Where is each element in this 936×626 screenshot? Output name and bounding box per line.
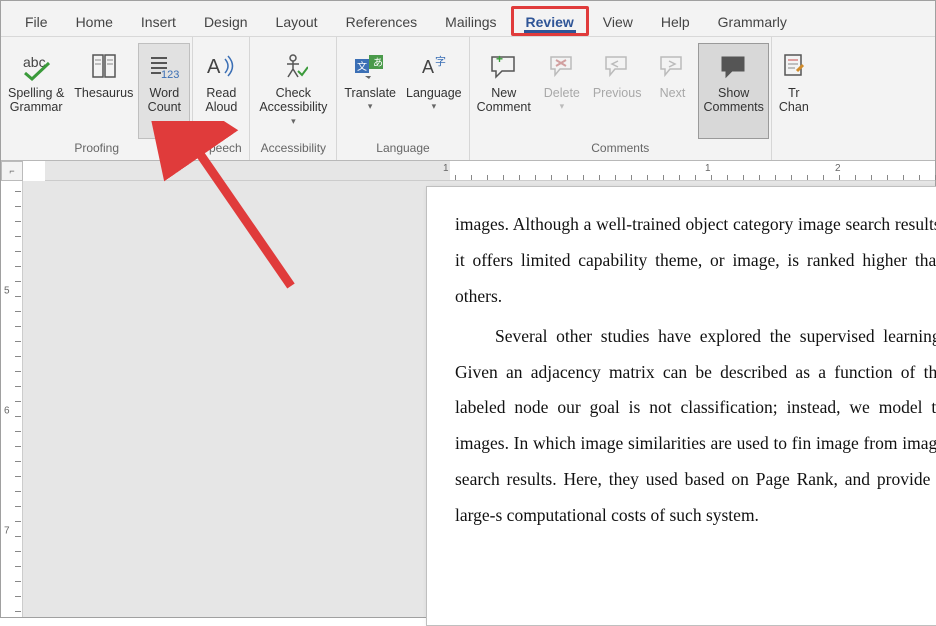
language-label: Language xyxy=(406,86,462,100)
show-comments-label: Show Comments xyxy=(703,86,763,115)
svg-text:文: 文 xyxy=(357,60,367,73)
svg-text:字: 字 xyxy=(435,54,446,68)
group-proofing: abc Spelling & Grammar Thesaurus 123 Wor… xyxy=(1,37,193,160)
word-count-label: Word Count xyxy=(148,86,181,115)
new-comment-icon: + xyxy=(488,48,520,84)
group-accessibility-label: Accessibility xyxy=(252,139,334,158)
spelling-grammar-button[interactable]: abc Spelling & Grammar xyxy=(3,43,69,139)
next-comment-button[interactable]: Next xyxy=(646,43,698,139)
show-comments-button[interactable]: Show Comments xyxy=(698,43,768,139)
paragraph[interactable]: images. Although a well-trained object c… xyxy=(455,207,936,315)
tab-review[interactable]: Review xyxy=(511,6,589,36)
chevron-down-icon: ▾ xyxy=(291,116,296,126)
group-comments: + New Comment Delete ▾ Previous xyxy=(470,37,772,160)
group-changes: Tr Chan xyxy=(772,37,816,160)
horizontal-ruler[interactable]: 1 1 2 3 xyxy=(45,161,935,181)
read-aloud-label: Read Aloud xyxy=(205,86,237,115)
language-button[interactable]: A字 Language ▾ xyxy=(401,43,467,139)
group-comments-label: Comments xyxy=(472,139,769,158)
previous-comment-button[interactable]: Previous xyxy=(588,43,647,139)
tab-file[interactable]: File xyxy=(11,6,62,36)
tab-help[interactable]: Help xyxy=(647,6,704,36)
svg-text:A: A xyxy=(422,57,434,77)
paragraph[interactable]: Several other studies have explored the … xyxy=(455,319,936,534)
translate-label: Translate xyxy=(344,86,396,100)
thesaurus-button[interactable]: Thesaurus xyxy=(69,43,138,139)
check-accessibility-button[interactable]: Check Accessibility ▾ xyxy=(252,43,334,139)
accessibility-icon xyxy=(278,48,308,84)
group-language-label: Language xyxy=(339,139,466,158)
spelling-icon: abc xyxy=(19,48,53,84)
chevron-down-icon: ▾ xyxy=(368,101,373,111)
ruler-number: 6 xyxy=(4,406,10,417)
document-page[interactable]: images. Although a well-trained object c… xyxy=(426,186,936,626)
translate-button[interactable]: 文あ Translate ▾ xyxy=(339,43,401,139)
tab-design[interactable]: Design xyxy=(190,6,262,36)
read-aloud-button[interactable]: A Read Aloud xyxy=(195,43,247,139)
ruler-corner: ⌐ xyxy=(1,161,23,181)
delete-comment-button[interactable]: Delete ▾ xyxy=(536,43,588,139)
previous-comment-icon xyxy=(602,48,632,84)
new-comment-label: New Comment xyxy=(477,86,531,115)
group-language: 文あ Translate ▾ A字 Language ▾ Language xyxy=(337,37,469,160)
tab-grammarly[interactable]: Grammarly xyxy=(704,6,801,36)
tab-strip: File Home Insert Design Layout Reference… xyxy=(1,1,935,37)
group-speech-label: Speech xyxy=(195,139,247,158)
translate-icon: 文あ xyxy=(353,48,387,84)
tab-mailings[interactable]: Mailings xyxy=(431,6,510,36)
chevron-down-icon: ▾ xyxy=(432,101,437,111)
next-comment-label: Next xyxy=(660,86,686,100)
group-accessibility: Check Accessibility ▾ Accessibility xyxy=(250,37,337,160)
check-accessibility-label: Check Accessibility xyxy=(259,86,327,115)
read-aloud-icon: A xyxy=(205,48,237,84)
delete-comment-label: Delete xyxy=(544,86,580,100)
ruler-number: 5 xyxy=(4,286,10,297)
language-icon: A字 xyxy=(419,48,449,84)
tab-insert[interactable]: Insert xyxy=(127,6,190,36)
thesaurus-icon xyxy=(89,48,119,84)
ruler-number: 1 xyxy=(443,163,449,174)
group-changes-label xyxy=(774,153,814,158)
tab-view[interactable]: View xyxy=(589,6,647,36)
ruler-number: 1 xyxy=(705,163,711,174)
ruler-number: 7 xyxy=(4,526,10,537)
group-speech: A Read Aloud Speech xyxy=(193,37,250,160)
word-count-icon: 123 xyxy=(147,48,181,84)
tab-home[interactable]: Home xyxy=(62,6,127,36)
thesaurus-label: Thesaurus xyxy=(74,86,133,100)
ruler-number: 2 xyxy=(835,163,841,174)
tab-layout[interactable]: Layout xyxy=(262,6,332,36)
next-comment-icon xyxy=(657,48,687,84)
track-changes-label: Tr Chan xyxy=(779,86,809,115)
track-changes-icon xyxy=(781,48,807,84)
spelling-label: Spelling & Grammar xyxy=(8,86,64,115)
chevron-down-icon: ▾ xyxy=(560,101,565,111)
svg-text:あ: あ xyxy=(373,57,383,69)
ribbon: abc Spelling & Grammar Thesaurus 123 Wor… xyxy=(1,37,935,161)
vertical-ruler[interactable]: 5 6 7 xyxy=(1,181,23,617)
group-proofing-label: Proofing xyxy=(3,139,190,158)
track-changes-button[interactable]: Tr Chan xyxy=(774,43,814,153)
show-comments-icon xyxy=(718,48,750,84)
new-comment-button[interactable]: + New Comment xyxy=(472,43,536,139)
previous-comment-label: Previous xyxy=(593,86,642,100)
tab-references[interactable]: References xyxy=(332,6,432,36)
svg-text:123: 123 xyxy=(161,69,179,81)
svg-text:A: A xyxy=(207,56,221,78)
svg-text:+: + xyxy=(496,52,503,66)
delete-comment-icon xyxy=(547,48,577,84)
word-count-button[interactable]: 123 Word Count xyxy=(138,43,190,139)
